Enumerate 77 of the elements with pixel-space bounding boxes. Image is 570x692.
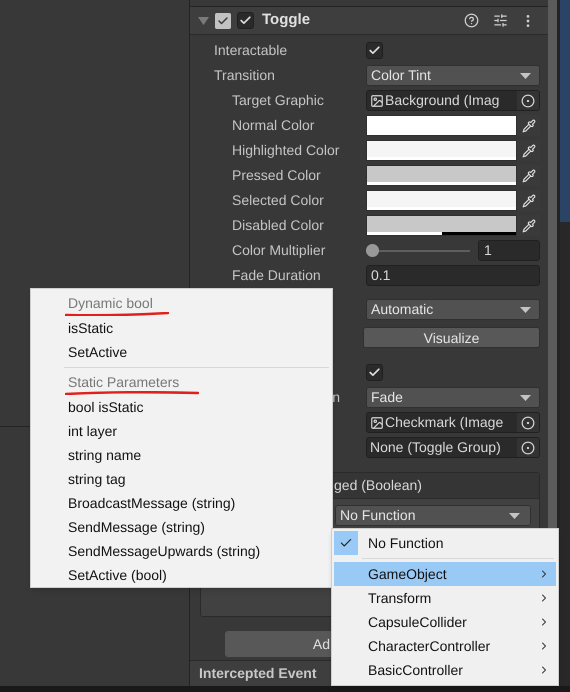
dropdown-arrow-icon <box>509 512 520 518</box>
menu-item[interactable]: int layer <box>64 419 329 443</box>
menu-item[interactable]: No Function <box>334 531 556 555</box>
dropdown-arrow-icon <box>520 72 531 78</box>
menu-item[interactable]: SendMessageUpwards (string) <box>64 539 329 563</box>
eyedropper-icon <box>522 144 536 158</box>
object-picker-button[interactable] <box>517 413 539 432</box>
checkbox[interactable] <box>366 42 383 59</box>
help-icon[interactable] <box>464 13 479 28</box>
menu-section-title: Static Parameters <box>68 374 180 391</box>
dropdown-arrow-icon <box>520 306 531 312</box>
menu-item[interactable]: string tag <box>64 467 329 491</box>
menu-item[interactable]: BroadcastMessage (string) <box>64 491 329 515</box>
menu-item[interactable]: CharacterController <box>334 634 556 658</box>
dropdown-arrow-icon <box>520 394 531 400</box>
color-swatch[interactable] <box>366 190 517 211</box>
color-swatch[interactable] <box>366 165 517 186</box>
number-field[interactable]: 0.1 <box>366 265 540 286</box>
menu-item[interactable]: SetActive <box>64 340 329 364</box>
dropdown[interactable]: Automatic <box>366 299 540 320</box>
eyedropper-icon <box>522 218 536 232</box>
component-title: Toggle <box>262 10 310 30</box>
property-label: Pressed Color <box>232 166 321 185</box>
toggle-component-icon <box>215 12 231 28</box>
eyedropper-icon <box>522 168 536 182</box>
menu-item[interactable]: BasicController <box>334 658 556 682</box>
menu-item[interactable]: CapsuleCollider <box>334 610 556 634</box>
checkbox[interactable] <box>366 364 383 381</box>
number-field[interactable]: 1 <box>478 240 540 261</box>
event-title: ged (Boolean) <box>334 476 422 495</box>
property-label: Disabled Color <box>232 216 324 235</box>
menu-item[interactable]: bool isStatic <box>64 395 329 419</box>
dropdown[interactable]: Fade <box>366 387 540 408</box>
property-label: n <box>332 388 340 407</box>
object-field[interactable]: Background (Imag <box>366 90 540 111</box>
target-icon <box>521 440 535 454</box>
property-label: Selected Color <box>232 191 324 210</box>
image-icon <box>370 416 384 430</box>
object-field[interactable]: None (Toggle Group) <box>366 437 540 458</box>
function-dropdown[interactable]: No Function <box>335 505 531 526</box>
check-icon <box>239 14 252 27</box>
visualize-button[interactable]: Visualize <box>363 327 540 348</box>
property-label: Normal Color <box>232 116 314 135</box>
menu-item[interactable]: SendMessage (string) <box>64 515 329 539</box>
menu-section-title: Dynamic bool <box>68 295 153 312</box>
color-swatch[interactable] <box>366 115 517 136</box>
check-icon <box>368 366 381 379</box>
menu-item[interactable]: GameObject <box>334 562 556 586</box>
property-label: Color Multiplier <box>232 241 326 260</box>
eyedropper-icon <box>522 118 536 132</box>
menu-item[interactable]: isStatic <box>64 316 329 340</box>
property-label: Interactable <box>214 41 288 60</box>
property-label: Target Graphic <box>232 91 324 110</box>
checkbox[interactable] <box>237 12 254 29</box>
object-field[interactable]: Checkmark (Image <box>366 412 540 433</box>
property-label: Highlighted Color <box>232 141 340 160</box>
foldout-arrow-icon[interactable] <box>198 16 209 24</box>
add-button[interactable]: Ad <box>225 631 331 657</box>
color-swatch[interactable] <box>366 215 517 236</box>
check-icon <box>368 44 381 57</box>
color-swatch[interactable] <box>366 140 517 161</box>
menu-item[interactable]: string name <box>64 443 329 467</box>
menu-item[interactable]: Transform <box>334 586 556 610</box>
property-label: Transition <box>214 66 275 85</box>
target-icon <box>521 94 535 108</box>
slider[interactable] <box>366 244 470 257</box>
component-title: Intercepted Event <box>199 664 316 683</box>
menu-item[interactable]: SetActive (bool) <box>64 563 329 587</box>
presets-icon[interactable] <box>493 13 508 28</box>
slider-thumb[interactable] <box>366 244 379 257</box>
property-label: Fade Duration <box>232 266 321 285</box>
image-icon <box>370 94 384 108</box>
eyedropper-icon <box>522 194 536 208</box>
object-picker-button[interactable] <box>517 438 539 457</box>
dropdown[interactable]: Color Tint <box>366 65 540 86</box>
object-picker-button[interactable] <box>517 91 539 110</box>
target-icon <box>521 416 535 430</box>
